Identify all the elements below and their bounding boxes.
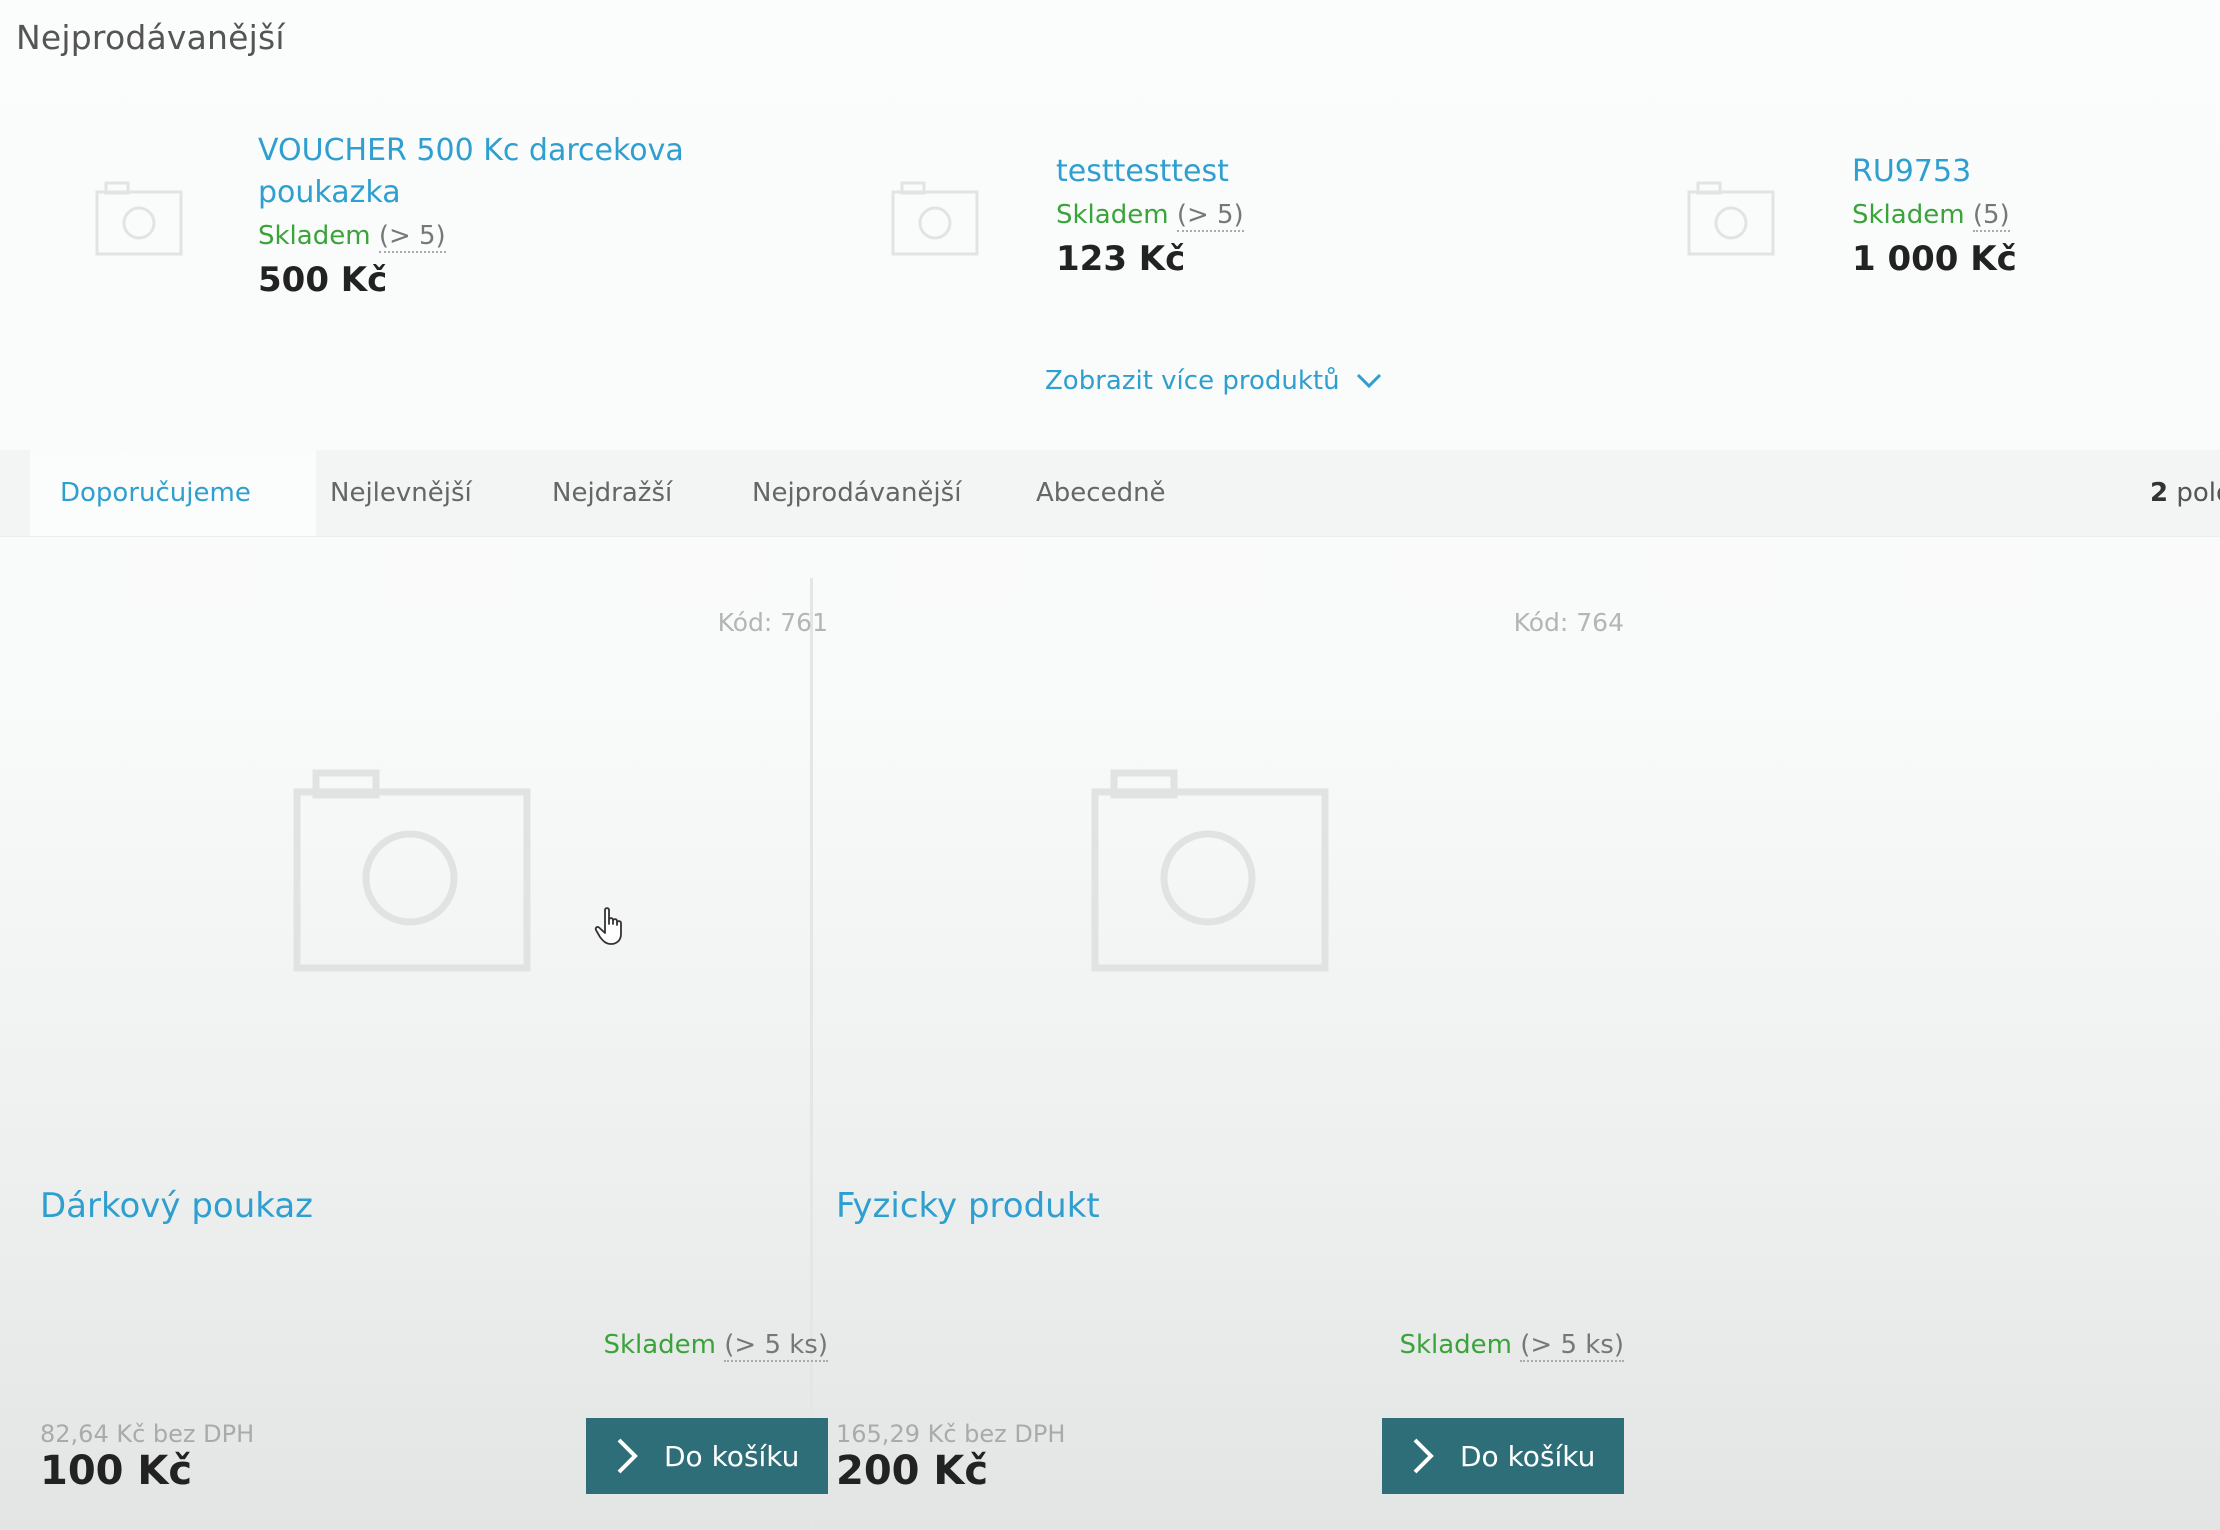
- bestseller-price: 500 Kč: [258, 260, 388, 300]
- sort-tabs: Doporučujeme Nejlevnější Nejdražší Nejpr…: [0, 450, 2220, 537]
- stock-count[interactable]: (> 5): [378, 221, 446, 253]
- bestseller-name-link[interactable]: testtesttest: [1056, 151, 1496, 193]
- product-price: 100 Kč: [40, 1448, 193, 1494]
- stock-label: Skladem: [1399, 1330, 1512, 1360]
- bestseller-info: testtesttest Skladem (> 5) 123 Kč: [1056, 151, 1496, 279]
- camera-icon[interactable]: [890, 178, 980, 258]
- bestseller-item: testtesttest Skladem (> 5) 123 Kč: [890, 151, 1610, 351]
- bestseller-price: 123 Kč: [1056, 239, 1186, 279]
- stock-count[interactable]: (5): [1972, 200, 2010, 232]
- stock-status: Skladem (> 5): [258, 216, 698, 256]
- bestseller-name-link[interactable]: VOUCHER 500 Kc darcekova poukazka: [258, 130, 698, 214]
- add-to-cart-button[interactable]: Do košíku: [586, 1418, 828, 1494]
- price-without-vat: 165,29 Kč bez DPH: [836, 1420, 1066, 1448]
- stock-count[interactable]: (> 5 ks): [724, 1330, 828, 1362]
- product-price: 200 Kč: [836, 1448, 989, 1494]
- camera-icon[interactable]: [1090, 768, 1330, 974]
- bestseller-price: 1 000 Kč: [1852, 239, 2017, 279]
- stock-status: Skladem (5): [1852, 195, 2212, 235]
- tab-most-expensive[interactable]: Nejdražší: [522, 450, 702, 536]
- add-to-cart-label: Do košíku: [664, 1439, 800, 1473]
- stock-status: Skladem (> 5 ks): [603, 1330, 828, 1362]
- add-to-cart-label: Do košíku: [1460, 1439, 1596, 1473]
- product-name-link[interactable]: Dárkový poukaz: [40, 1186, 313, 1226]
- price-without-vat: 82,64 Kč bez DPH: [40, 1420, 255, 1448]
- camera-icon[interactable]: [292, 768, 532, 974]
- camera-icon[interactable]: [94, 178, 184, 258]
- tab-alphabetical[interactable]: Abecedně: [1006, 450, 1196, 536]
- product-name-link[interactable]: Fyzicky produkt: [836, 1186, 1100, 1226]
- show-more-products-link[interactable]: Zobrazit více produktů: [1045, 366, 1382, 396]
- stock-status: Skladem (> 5): [1056, 195, 1496, 235]
- stock-count[interactable]: (> 5): [1176, 200, 1244, 232]
- hand-cursor-icon: [594, 907, 622, 945]
- add-to-cart-button[interactable]: Do košíku: [1382, 1418, 1624, 1494]
- tab-cheapest[interactable]: Nejlevnější: [300, 450, 502, 536]
- tab-recommended[interactable]: Doporučujeme: [30, 450, 316, 536]
- section-title: Nejprodávanější: [16, 18, 285, 57]
- stock-label: Skladem: [603, 1330, 716, 1360]
- bestseller-info: VOUCHER 500 Kc darcekova poukazka Sklade…: [258, 130, 698, 300]
- product-card: Kód: 761 Dárkový poukaz Skladem (> 5 ks)…: [40, 578, 828, 1530]
- bestseller-item: RU9753 Skladem (5) 1 000 Kč: [1686, 151, 2220, 351]
- stock-status: Skladem (> 5 ks): [1399, 1330, 1624, 1362]
- product-code: Kód: 761: [717, 608, 828, 637]
- bestseller-name-link[interactable]: RU9753: [1852, 151, 2212, 193]
- item-count-number: 2: [2150, 478, 2169, 508]
- item-count-suffix: polo: [2176, 478, 2220, 508]
- bestseller-info: RU9753 Skladem (5) 1 000 Kč: [1852, 151, 2212, 279]
- tab-bestselling[interactable]: Nejprodávanější: [722, 450, 991, 536]
- bestseller-item: VOUCHER 500 Kc darcekova poukazka Sklade…: [94, 130, 814, 330]
- chevron-down-icon: [1356, 373, 1381, 389]
- show-more-label: Zobrazit více produktů: [1045, 366, 1340, 396]
- stock-label: Skladem: [258, 221, 371, 251]
- stock-label: Skladem: [1852, 200, 1965, 230]
- camera-icon[interactable]: [1686, 178, 1776, 258]
- product-code: Kód: 764: [1513, 608, 1624, 637]
- item-count: 2 polo: [2150, 450, 2220, 536]
- chevron-right-icon: [617, 1438, 638, 1474]
- chevron-right-icon: [1413, 1438, 1434, 1474]
- stock-count[interactable]: (> 5 ks): [1520, 1330, 1624, 1362]
- product-card: Kód: 764 Fyzicky produkt Skladem (> 5 ks…: [836, 578, 1624, 1530]
- stock-label: Skladem: [1056, 200, 1169, 230]
